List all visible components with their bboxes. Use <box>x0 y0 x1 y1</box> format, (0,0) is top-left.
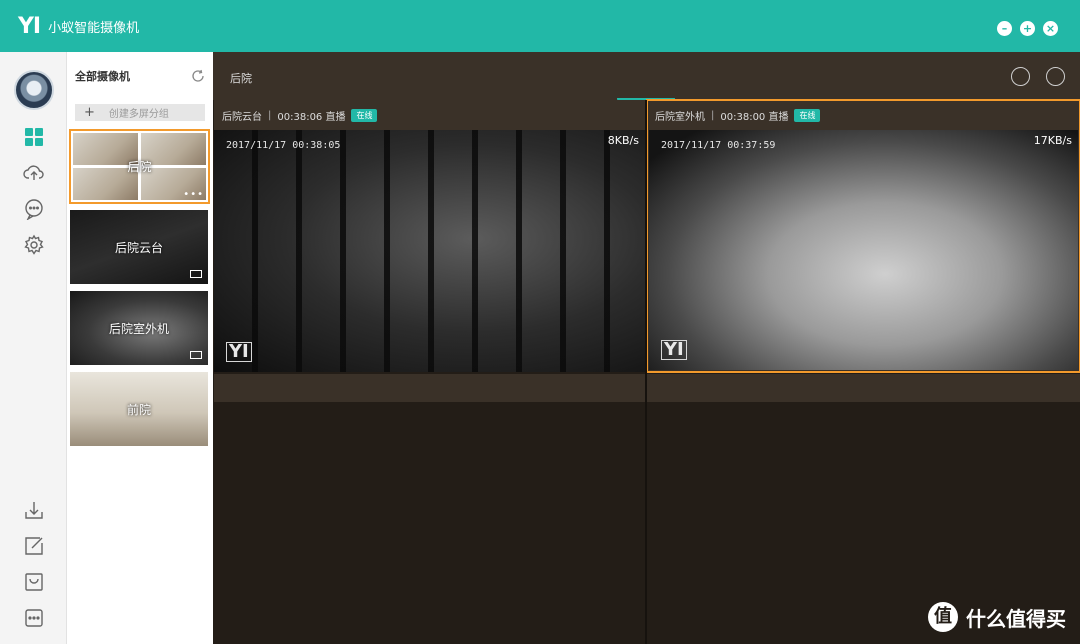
fullscreen-icon[interactable] <box>1011 67 1030 86</box>
site-watermark-text: 什么值得买 <box>966 606 1066 631</box>
bitrate: 17KB/s <box>1033 134 1072 147</box>
plus-icon: + <box>84 105 95 120</box>
video-pane-2[interactable]: 后院室外机 | 00:38:00 直播 在线 2017/11/17 00:37:… <box>646 99 1080 373</box>
download-icon[interactable] <box>23 499 45 521</box>
feed-duration: 00:38:00 直播 <box>720 111 789 123</box>
settings-icon[interactable] <box>23 234 45 256</box>
app-title: 小蚁智能摄像机 <box>48 20 140 36</box>
feed-name: 后院室外机 <box>655 111 705 123</box>
more-options-icon[interactable]: ••• <box>183 189 204 200</box>
video-pane-1[interactable]: 后院云台 | 00:38:06 直播 在线 2017/11/17 00:38:0… <box>214 100 645 372</box>
status-badge: 在线 <box>794 108 821 122</box>
camera-label: 前院 <box>126 402 151 417</box>
video-feed[interactable]: 2017/11/17 00:37:59 17KB/s YI <box>649 130 1078 370</box>
camera-item-houyuan[interactable]: 后院 ••• <box>69 129 210 204</box>
yi-watermark-logo: YI <box>226 342 252 362</box>
title-bar: YI 小蚁智能摄像机 – + × <box>0 0 1080 52</box>
feed-name: 后院云台 <box>222 111 262 123</box>
avatar[interactable] <box>14 70 54 110</box>
yi-logo: YI <box>18 13 41 39</box>
pane-header: 后院云台 | 00:38:06 直播 在线 <box>214 100 645 130</box>
panel-heading: 全部摄像机 <box>75 70 130 83</box>
screen-icon <box>190 270 202 278</box>
refresh-icon[interactable] <box>191 68 205 82</box>
feed-duration: 00:38:06 直播 <box>277 111 346 123</box>
site-logo-icon: 值 <box>928 602 958 632</box>
site-watermark: 值 什么值得买 <box>928 602 1066 632</box>
camera-label: 后院云台 <box>114 240 163 255</box>
create-group-label: 创建多屏分组 <box>108 109 169 120</box>
status-badge: 在线 <box>351 108 378 122</box>
yi-watermark-logo: YI <box>661 340 687 360</box>
camera-list-panel: 全部摄像机 + 创建多屏分组 后院 ••• 后院云台 后院室外机 前院 <box>67 52 213 644</box>
camera-label: 后院室外机 <box>108 321 169 336</box>
left-rail <box>0 52 67 644</box>
grid-view-icon[interactable] <box>23 126 45 148</box>
restore-icon[interactable]: + <box>1020 21 1035 36</box>
window-controls: – + × <box>997 21 1058 36</box>
close-icon[interactable]: × <box>1043 21 1058 36</box>
video-timestamp: 2017/11/17 00:37:59 <box>661 140 776 151</box>
separator: | <box>268 109 272 121</box>
power-icon[interactable] <box>1046 67 1065 86</box>
create-group-button[interactable]: + 创建多屏分组 <box>75 104 205 121</box>
pane-header: 后院室外机 | 00:38:00 直播 在线 <box>647 100 1080 130</box>
camera-item-qianyuan[interactable]: 前院 <box>70 372 208 446</box>
screen-icon <box>190 351 202 359</box>
pane-divider <box>645 100 647 644</box>
video-feed[interactable]: 2017/11/17 00:38:05 8KB/s YI <box>214 130 645 372</box>
minimize-icon[interactable]: – <box>997 21 1012 36</box>
empty-slot-bar <box>647 374 1080 402</box>
camera-item-houyuan-yuntai[interactable]: 后院云台 <box>70 210 208 284</box>
main-toolbar: 后院 <box>213 52 1080 100</box>
shop-icon[interactable] <box>23 571 45 593</box>
main-view: 后院 ︽ 后院云台 | 00:38:06 直播 在线 2017/11/17 00… <box>213 52 1080 644</box>
camera-label: 后院 <box>127 160 152 174</box>
breadcrumb: 后院 <box>230 72 252 85</box>
empty-slot-bar <box>214 374 645 402</box>
app-window: YI 小蚁智能摄像机 – + × 全部摄像机 + 创建多屏分组 后院 ••• 后… <box>0 0 1080 644</box>
message-icon[interactable] <box>23 198 45 221</box>
more-icon[interactable] <box>23 607 45 629</box>
video-timestamp: 2017/11/17 00:38:05 <box>226 140 341 151</box>
cloud-upload-icon[interactable] <box>23 162 45 184</box>
separator: | <box>711 109 715 121</box>
bitrate: 8KB/s <box>607 134 639 147</box>
camera-item-houyuan-shiwaiji[interactable]: 后院室外机 <box>70 291 208 365</box>
edit-icon[interactable] <box>23 535 45 557</box>
